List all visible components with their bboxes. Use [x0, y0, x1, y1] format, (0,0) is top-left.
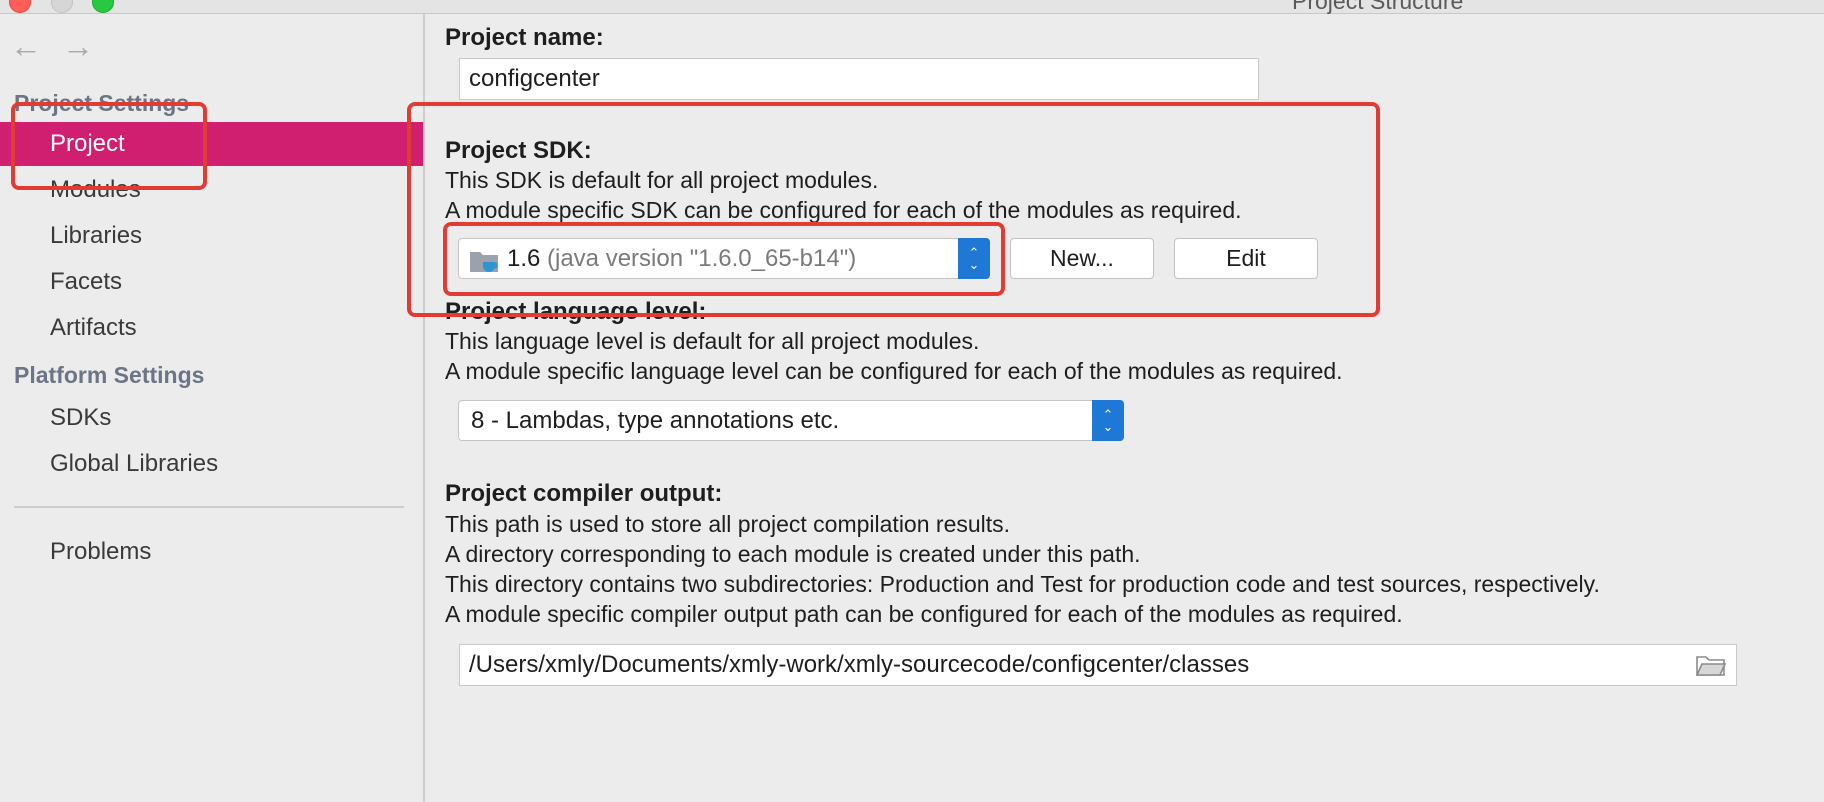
compiler-output-description-3: This directory contains two subdirectori… — [445, 571, 1600, 597]
compiler-output-path-value: /Users/xmly/Documents/xmly-work/xmly-sou… — [469, 651, 1250, 678]
close-window-button[interactable] — [9, 0, 31, 13]
window-title-bar: Project Structure — [0, 0, 1824, 14]
platform-settings-header: Platform Settings — [14, 362, 205, 388]
sidebar-item-facets[interactable]: Facets — [0, 260, 423, 304]
project-sdk-label: Project SDK: — [445, 137, 592, 164]
project-sdk-description-1: This SDK is default for all project modu… — [445, 167, 879, 193]
sidebar-divider — [14, 506, 404, 508]
sidebar-item-problems[interactable]: Problems — [0, 530, 423, 574]
language-level-value: 8 - Lambdas, type annotations etc. — [471, 407, 840, 434]
language-level-dropdown-arrow-icon[interactable]: ⌃ ⌄ — [1092, 400, 1124, 441]
sidebar-item-libraries[interactable]: Libraries — [0, 214, 423, 258]
sidebar-item-modules[interactable]: Modules — [0, 168, 423, 212]
sidebar-item-artifacts[interactable]: Artifacts — [0, 306, 423, 350]
sdk-selected-version: 1.6 — [507, 245, 541, 272]
language-level-label: Project language level: — [445, 298, 707, 325]
language-level-description-1: This language level is default for all p… — [445, 328, 980, 354]
compiler-output-description-4: A module specific compiler output path c… — [445, 601, 1403, 627]
sdk-selected-detail: (java version "1.6.0_65-b14") — [547, 245, 857, 272]
forward-arrow-icon[interactable]: → — [62, 30, 94, 62]
sdk-dropdown-arrow-icon[interactable]: ⌃ ⌄ — [958, 238, 990, 279]
language-level-description-2: A module specific language level can be … — [445, 358, 1343, 384]
project-sdk-description-2: A module specific SDK can be configured … — [445, 197, 1242, 223]
browse-folder-icon[interactable] — [1696, 654, 1726, 678]
window-title: Project Structure — [1292, 0, 1464, 14]
zoom-window-button[interactable] — [92, 0, 114, 13]
project-name-label: Project name: — [445, 24, 604, 51]
edit-sdk-button[interactable]: Edit — [1174, 238, 1318, 279]
project-settings-panel: Project name: configcenter Project SDK: … — [425, 14, 1824, 802]
compiler-output-description-1: This path is used to store all project c… — [445, 511, 1011, 537]
compiler-output-description-2: A directory corresponding to each module… — [445, 541, 1141, 567]
sidebar: ← → Project Settings Project Modules Lib… — [0, 14, 425, 802]
new-sdk-button[interactable]: New... — [1010, 238, 1154, 279]
project-name-input[interactable]: configcenter — [459, 58, 1259, 100]
project-settings-header: Project Settings — [14, 90, 190, 116]
language-level-select[interactable]: 8 - Lambdas, type annotations etc. ⌃ ⌄ — [458, 400, 1124, 441]
sidebar-item-sdks[interactable]: SDKs — [0, 396, 423, 440]
compiler-output-label: Project compiler output: — [445, 480, 723, 507]
sidebar-item-global-libraries[interactable]: Global Libraries — [0, 442, 423, 486]
back-arrow-icon[interactable]: ← — [10, 30, 42, 62]
compiler-output-path-input[interactable]: /Users/xmly/Documents/xmly-work/xmly-sou… — [459, 644, 1737, 686]
sidebar-item-project[interactable]: Project — [0, 122, 423, 166]
sdk-folder-icon — [470, 252, 498, 272]
project-sdk-select[interactable]: 1.6 (java version "1.6.0_65-b14") ⌃ ⌄ — [458, 238, 990, 279]
minimize-window-button[interactable] — [51, 0, 73, 13]
